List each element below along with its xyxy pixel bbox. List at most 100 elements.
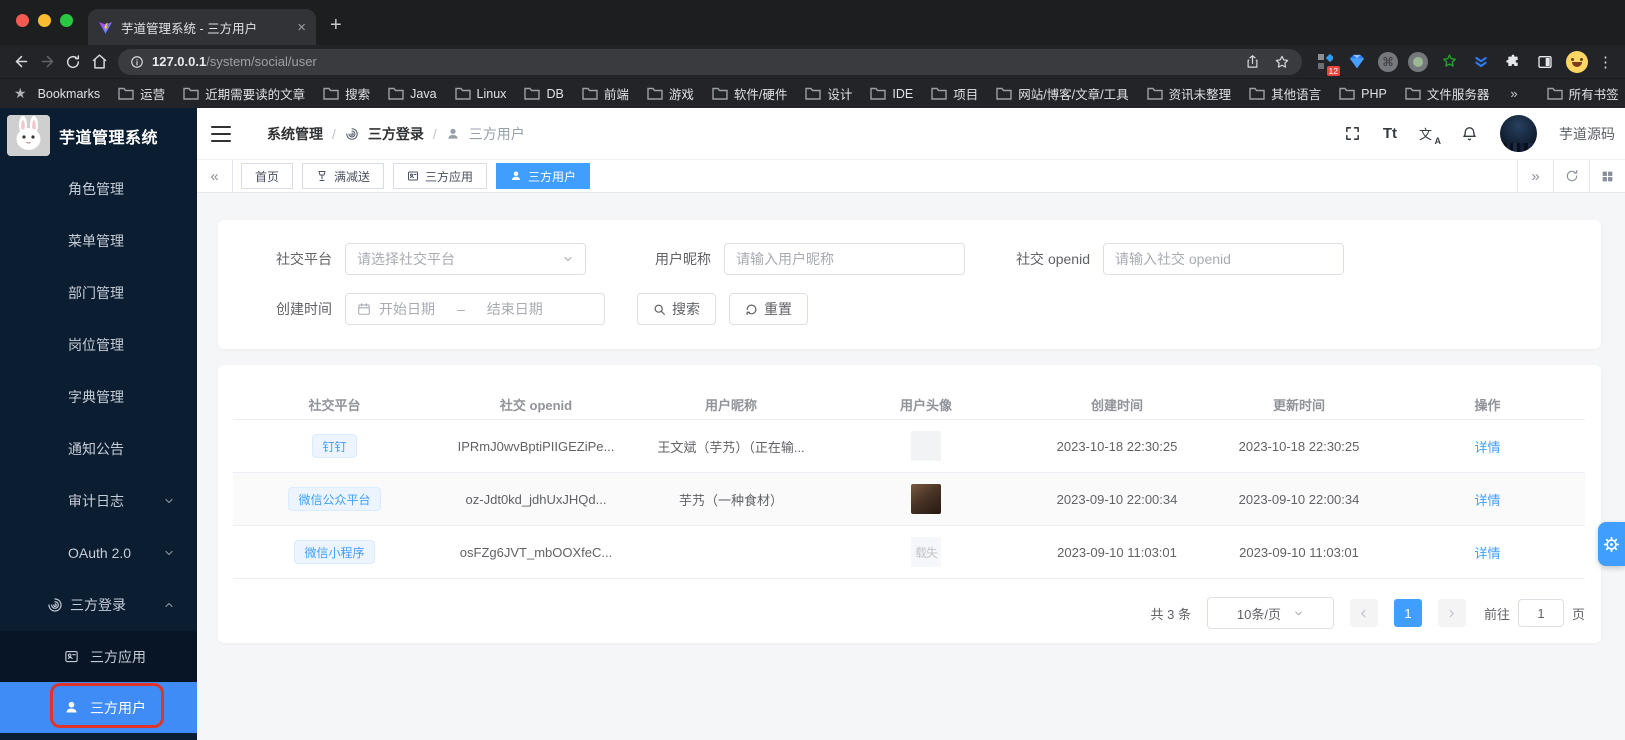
page-number-current[interactable]: 1 — [1393, 599, 1422, 627]
back-icon[interactable] — [8, 49, 34, 75]
table-header-row: 社交平台 社交 openid 用户昵称 用户头像 创建时间 更新时间 操作 — [233, 389, 1585, 420]
bookmark-star-icon[interactable] — [1274, 54, 1290, 70]
detail-link[interactable]: 详情 — [1474, 490, 1500, 509]
sidebar-item-oauth[interactable]: OAuth 2.0 — [0, 527, 197, 579]
bookmarks-overflow-chevron[interactable]: » — [1504, 86, 1523, 101]
bookmark-folder[interactable]: DB — [517, 87, 570, 101]
bookmark-folder[interactable]: 前端 — [575, 84, 636, 103]
user-avatar[interactable] — [1500, 115, 1537, 152]
bookmark-folder[interactable]: 设计 — [798, 84, 859, 103]
gear-icon — [1603, 536, 1620, 553]
site-info-icon[interactable] — [130, 55, 144, 69]
bookmark-folder[interactable]: 搜索 — [316, 84, 377, 103]
close-window-button[interactable] — [16, 14, 29, 27]
bookmark-folder[interactable]: IDE — [863, 87, 920, 101]
username-label[interactable]: 芋道源码 — [1559, 124, 1615, 144]
extension-grid-icon[interactable]: 12 — [1314, 51, 1340, 76]
breadcrumb: 系统管理 / 三方登录 / 三方用户 — [267, 124, 525, 144]
reset-button[interactable]: 重置 — [729, 293, 808, 325]
platform-tag: 钉钉 — [312, 434, 357, 458]
tags-refresh-icon[interactable] — [1553, 160, 1589, 192]
tags-layout-grid-icon[interactable] — [1589, 160, 1625, 192]
breadcrumb-system[interactable]: 系统管理 — [267, 124, 323, 144]
goto-page-input[interactable] — [1517, 599, 1564, 627]
breadcrumb-social-login[interactable]: 三方登录 — [368, 124, 424, 144]
table-row: 微信公众平台 oz-Jdt0kd_jdhUxJHQd... 芋艿（一种食材） 2… — [233, 473, 1585, 526]
sidebar-logo[interactable]: 芋道管理系统 — [0, 108, 197, 163]
extensions-puzzle-icon[interactable] — [1502, 51, 1524, 73]
bookmark-folder[interactable]: 资讯未整理 — [1140, 84, 1239, 103]
reload-icon[interactable] — [60, 49, 86, 75]
bookmark-folder[interactable]: Linux — [448, 87, 514, 101]
bookmark-folder[interactable]: Java — [381, 87, 443, 101]
sidebar-item-social-login[interactable]: 三方登录 — [0, 579, 197, 631]
command-extension-icon[interactable]: ⌘ — [1378, 51, 1398, 72]
scroll-down-extension-icon[interactable] — [1470, 51, 1492, 73]
forward-icon[interactable] — [34, 49, 60, 75]
vue-devtools-icon[interactable] — [1346, 51, 1368, 73]
next-page-icon[interactable] — [1437, 599, 1466, 627]
all-bookmarks-folder[interactable]: 所有书签 — [1540, 84, 1625, 103]
bookmark-folder[interactable]: 软件/硬件 — [705, 84, 794, 103]
bookmarks-label[interactable]: Bookmarks — [31, 87, 108, 101]
tags-collapse-chevron[interactable]: « — [197, 160, 233, 192]
tag-social-user[interactable]: 三方用户 — [496, 163, 591, 189]
bookmark-folder[interactable]: 运营 — [111, 84, 172, 103]
sidebar-item-audit-log[interactable]: 审计日志 — [0, 475, 197, 527]
bookmark-folder[interactable]: 其他语言 — [1242, 84, 1328, 103]
minimize-window-button[interactable] — [38, 14, 51, 27]
sidebar-item-social-user[interactable]: 三方用户 — [0, 682, 197, 733]
openid-cell: oz-Jdt0kd_jdhUxJHQd... — [465, 491, 607, 507]
hamburger-icon[interactable] — [211, 125, 231, 142]
reset-refresh-icon — [745, 303, 758, 316]
tab-close-icon[interactable]: × — [297, 20, 306, 35]
browser-menu-icon[interactable]: ⋮ — [1598, 53, 1613, 71]
detail-link[interactable]: 详情 — [1474, 543, 1500, 562]
page-size-select[interactable]: 10条/页 — [1206, 597, 1334, 629]
search-button[interactable]: 搜索 — [637, 293, 716, 325]
date-range-picker[interactable]: 开始日期 – 结束日期 — [345, 293, 605, 325]
sidebar-item-post[interactable]: 岗位管理 — [0, 319, 197, 371]
goto-label: 前往 — [1483, 606, 1510, 622]
created-cell: 2023-09-10 22:00:34 — [1056, 491, 1178, 507]
openid-input[interactable] — [1115, 251, 1332, 267]
fullscreen-icon[interactable] — [1344, 125, 1361, 142]
sidebar-item-role[interactable]: 角色管理 — [0, 163, 197, 215]
tag-promotion[interactable]: 满减送 — [302, 163, 385, 189]
home-icon[interactable] — [86, 49, 112, 75]
settings-gear-button[interactable] — [1598, 522, 1625, 566]
bookmark-folder[interactable]: 游戏 — [640, 84, 701, 103]
bell-icon[interactable] — [1461, 125, 1478, 142]
font-size-icon[interactable]: Tt — [1383, 125, 1397, 142]
prev-page-icon[interactable] — [1349, 599, 1378, 627]
browser-tab[interactable]: 芋道管理系统 - 三方用户 × — [88, 9, 316, 45]
platform-tag: 微信小程序 — [294, 540, 375, 564]
top-navbar: 系统管理 / 三方登录 / 三方用户 Tt 文A 芋道源码 — [197, 108, 1625, 160]
zoom-window-button[interactable] — [60, 14, 73, 27]
bookmark-folder[interactable]: 近期需要读的文章 — [176, 84, 312, 103]
sidebar-item-menu[interactable]: 菜单管理 — [0, 215, 197, 267]
sidebar-item-social-app[interactable]: 三方应用 — [0, 631, 197, 682]
tag-social-app[interactable]: 三方应用 — [393, 163, 488, 189]
recorder-extension-icon[interactable] — [1408, 51, 1428, 72]
url-bar[interactable]: 127.0.0.1/system/social/user — [118, 48, 1302, 75]
sidebar-item-notice[interactable]: 通知公告 — [0, 423, 197, 475]
language-icon[interactable]: 文A — [1419, 124, 1441, 146]
bookmark-folder[interactable]: PHP — [1332, 87, 1394, 101]
side-panel-icon[interactable] — [1534, 51, 1556, 73]
bookmark-folder[interactable]: 项目 — [924, 84, 985, 103]
updated-cell: 2023-09-10 11:03:01 — [1239, 544, 1359, 560]
bookmark-folder[interactable]: 网站/博客/文章/工具 — [989, 84, 1135, 103]
nickname-input[interactable] — [736, 251, 953, 267]
share-icon[interactable] — [1245, 54, 1260, 69]
sidebar-item-dept[interactable]: 部门管理 — [0, 267, 197, 319]
pinia-star-icon[interactable] — [1438, 51, 1460, 73]
sidebar-item-dict[interactable]: 字典管理 — [0, 371, 197, 423]
tag-home[interactable]: 首页 — [241, 163, 294, 189]
detail-link[interactable]: 详情 — [1474, 437, 1500, 456]
new-tab-button[interactable]: + — [330, 14, 342, 37]
bookmark-folder[interactable]: 文件服务器 — [1398, 84, 1497, 103]
tags-expand-chevron[interactable]: » — [1517, 160, 1553, 192]
platform-select[interactable]: 请选择社交平台 — [345, 243, 586, 275]
profile-avatar-icon[interactable] — [1566, 50, 1588, 73]
